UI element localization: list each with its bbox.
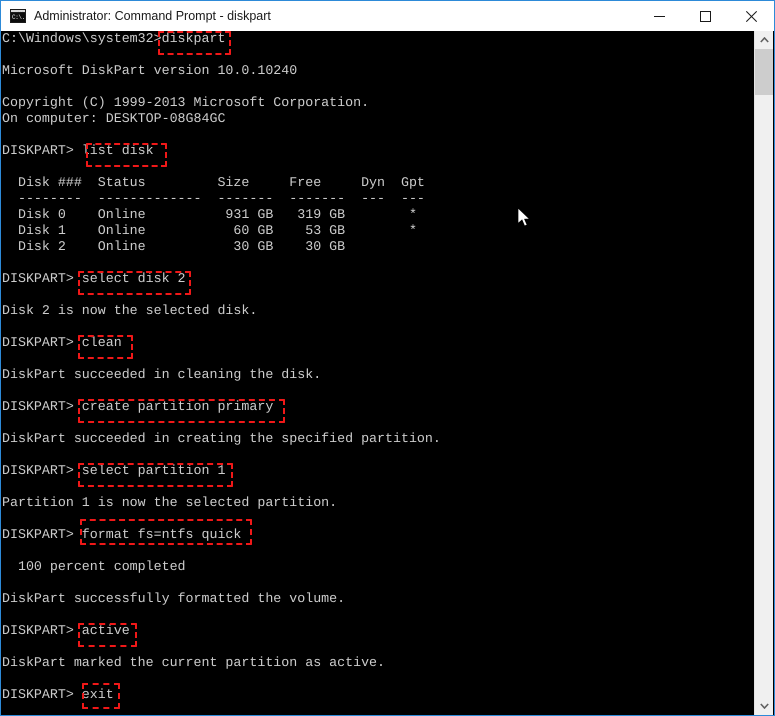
- scrollbar-track[interactable]: [755, 49, 773, 697]
- close-icon: [745, 10, 757, 22]
- minimize-button[interactable]: [636, 1, 682, 31]
- maximize-icon: [699, 10, 711, 22]
- close-button[interactable]: [728, 1, 774, 31]
- console-text: C:\Windows\system32>diskpart Microsoft D…: [2, 31, 441, 702]
- chevron-down-icon: [759, 703, 769, 709]
- chevron-up-icon: [759, 37, 769, 43]
- command-prompt-window: ··· C:\. Administrator: Command Prompt -…: [0, 0, 775, 716]
- window-title: Administrator: Command Prompt - diskpart: [34, 9, 271, 23]
- scrollbar-up-button[interactable]: [755, 31, 773, 49]
- window-controls: [636, 1, 774, 31]
- scrollbar-thumb[interactable]: [755, 49, 773, 95]
- maximize-button[interactable]: [682, 1, 728, 31]
- console-output-area[interactable]: C:\Windows\system32>diskpart Microsoft D…: [2, 31, 756, 715]
- window-titlebar[interactable]: ··· C:\. Administrator: Command Prompt -…: [1, 1, 774, 31]
- console-scrollbar[interactable]: [754, 31, 773, 715]
- icon-prompt-text: C:\.: [11, 13, 25, 22]
- mouse-cursor: [518, 208, 531, 227]
- scrollbar-down-button[interactable]: [755, 697, 773, 715]
- cmd-console-icon: ··· C:\.: [10, 9, 26, 23]
- minimize-icon: [653, 15, 665, 17]
